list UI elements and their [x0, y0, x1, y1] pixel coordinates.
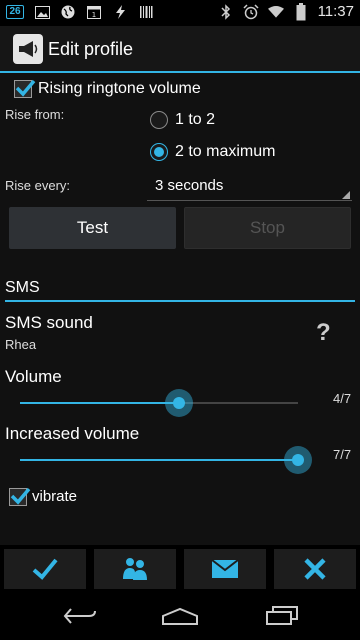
rise-every-value: 3 seconds — [155, 177, 224, 194]
image-icon — [34, 5, 50, 19]
radio-2-to-maximum[interactable] — [150, 143, 168, 161]
vibrate-label: vibrate — [32, 488, 78, 505]
battery-icon — [293, 2, 309, 20]
volume-slider[interactable] — [20, 388, 300, 418]
status-time: 11:37 — [317, 3, 354, 20]
message-button[interactable] — [184, 549, 266, 589]
rising-volume-label: Rising ringtone volume — [38, 80, 201, 97]
volume-value: 4/7 — [333, 391, 352, 406]
rise-from-label: Rise from: — [5, 107, 65, 122]
sms-sound-label[interactable]: SMS sound — [5, 313, 93, 333]
rise-every-label: Rise every: — [5, 178, 71, 193]
spinner-underline — [147, 200, 352, 201]
increased-volume-slider[interactable] — [20, 445, 312, 475]
megaphone-icon[interactable] — [13, 34, 43, 64]
calendar-icon: 1 — [86, 5, 102, 19]
alarm-icon — [243, 3, 259, 19]
sms-section-divider — [5, 300, 355, 302]
radio-2-to-maximum-label[interactable]: 2 to maximum — [175, 143, 275, 161]
increased-volume-value: 7/7 — [333, 447, 352, 462]
sms-sound-value[interactable]: Rhea — [5, 337, 36, 352]
lightning-icon — [112, 5, 128, 19]
bluetooth-icon — [218, 3, 234, 20]
help-icon[interactable]: ? — [316, 319, 331, 347]
svg-text:1: 1 — [92, 11, 96, 19]
volume-label: Volume — [5, 367, 62, 386]
wifi-icon — [267, 5, 284, 19]
spinner-arrow-icon — [342, 191, 350, 199]
test-button[interactable]: Test — [9, 207, 176, 249]
globe-icon — [60, 5, 76, 19]
home-icon[interactable] — [160, 601, 200, 631]
close-icon — [304, 558, 326, 580]
vibrate-checkbox[interactable] — [9, 487, 31, 506]
settings-content: Rising ringtone volume Rise from: 1 to 2… — [0, 73, 360, 545]
cancel-button[interactable] — [274, 549, 356, 589]
radio-1-to-2[interactable] — [150, 111, 168, 129]
contacts-button[interactable] — [94, 549, 176, 589]
increased-volume-thumb[interactable] — [284, 446, 312, 474]
action-bar: Edit profile — [0, 26, 360, 72]
checkmark-icon — [15, 79, 36, 97]
navigation-bar — [0, 591, 360, 640]
volume-track-fill — [20, 402, 179, 404]
back-icon[interactable] — [60, 601, 100, 631]
radio-1-to-2-label[interactable]: 1 to 2 — [175, 111, 215, 129]
increased-volume-track-fill — [20, 459, 298, 461]
rise-every-spinner[interactable]: 3 seconds — [147, 171, 352, 201]
volume-thumb[interactable] — [165, 389, 193, 417]
contacts-icon — [123, 558, 147, 580]
checkmark-icon — [10, 487, 31, 505]
checkmark-icon — [32, 558, 58, 580]
page-title: Edit profile — [48, 39, 134, 59]
status-bar: 26 1 11:37 — [0, 0, 360, 26]
barcode-icon — [138, 5, 154, 19]
notification-count-badge: 26 — [6, 5, 24, 19]
rising-volume-checkbox[interactable] — [14, 79, 36, 98]
sms-section-title: SMS — [5, 279, 40, 296]
stop-button[interactable]: Stop — [184, 207, 351, 249]
recents-icon[interactable] — [262, 601, 302, 631]
envelope-icon — [211, 559, 239, 578]
increased-volume-label: Increased volume — [5, 424, 140, 443]
save-button[interactable] — [4, 549, 86, 589]
bottom-action-bar — [0, 545, 360, 591]
